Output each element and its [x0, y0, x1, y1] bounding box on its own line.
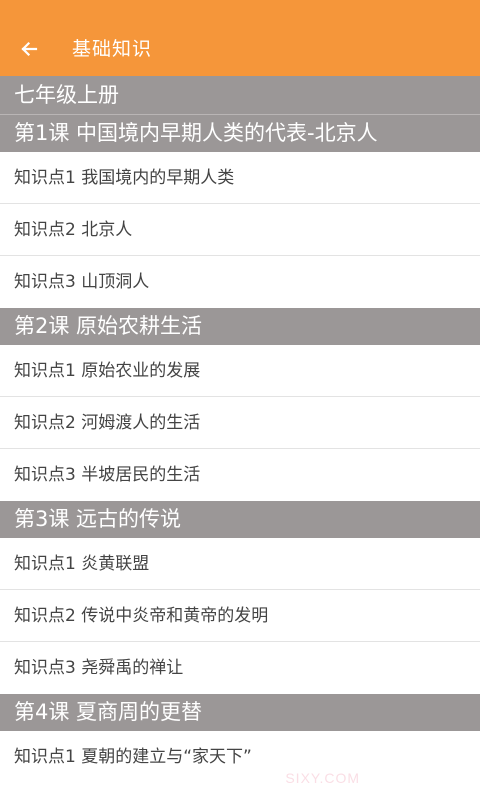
list-item[interactable]: 知识点1 原始农业的发展 [0, 345, 480, 397]
knowledge-list[interactable]: 七年级上册 第1课 中国境内早期人类的代表-北京人 知识点1 我国境内的早期人类… [0, 76, 480, 800]
lesson-header-2: 第2课 原始农耕生活 [0, 308, 480, 345]
list-item[interactable]: 知识点1 炎黄联盟 [0, 538, 480, 590]
app-bar: 基础知识 [0, 0, 480, 76]
lesson-header-3: 第3课 远古的传说 [0, 501, 480, 538]
back-button[interactable] [10, 30, 48, 68]
lesson-header-1: 第1课 中国境内早期人类的代表-北京人 [0, 115, 480, 152]
grade-header: 七年级上册 [0, 76, 480, 115]
list-item[interactable]: 知识点2 河姆渡人的生活 [0, 397, 480, 449]
list-item[interactable]: 知识点2 北京人 [0, 204, 480, 256]
list-item[interactable]: 知识点3 半坡居民的生活 [0, 449, 480, 501]
list-item[interactable]: 知识点1 我国境内的早期人类 [0, 152, 480, 204]
list-item[interactable]: 知识点2 传说中炎帝和黄帝的发明 [0, 590, 480, 642]
list-item[interactable]: 知识点1 夏朝的建立与“家天下” [0, 731, 480, 783]
list-item[interactable]: 知识点3 尧舜禹的禅让 [0, 642, 480, 694]
lesson-header-4: 第4课 夏商周的更替 [0, 694, 480, 731]
arrow-left-icon [21, 41, 38, 57]
list-item[interactable]: 知识点3 山顶洞人 [0, 256, 480, 308]
page-title: 基础知识 [72, 38, 153, 60]
